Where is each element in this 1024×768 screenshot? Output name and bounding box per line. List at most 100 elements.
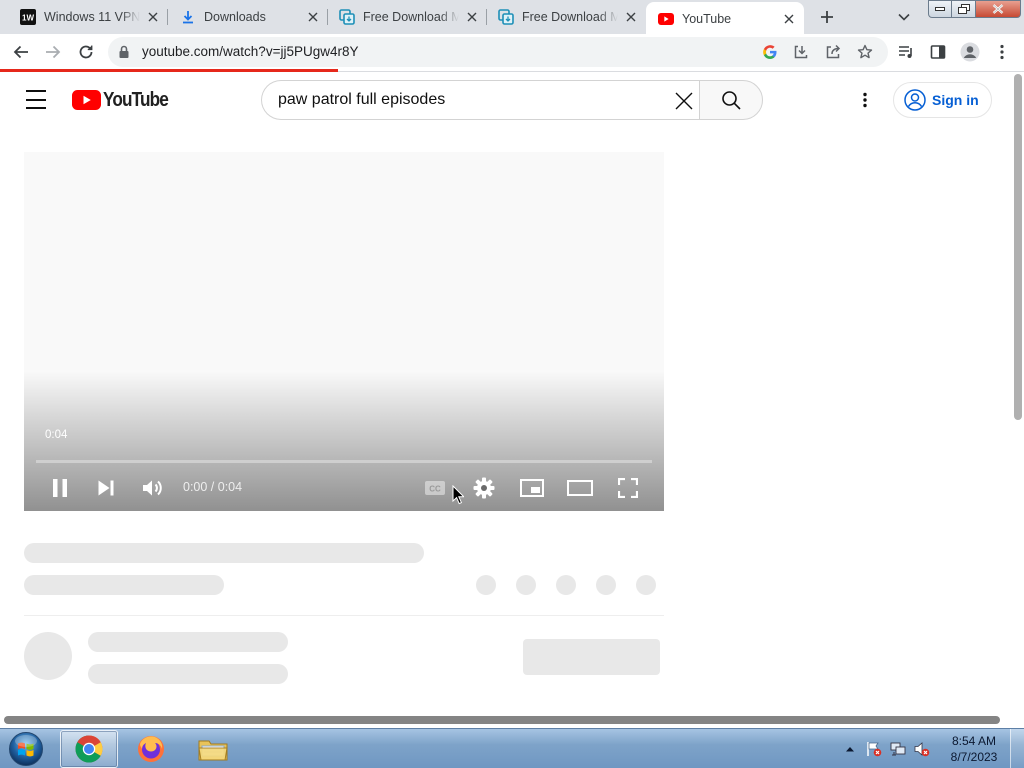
- side-panel-button[interactable]: [926, 40, 950, 64]
- taskbar-chrome[interactable]: [60, 730, 118, 768]
- window-minimize-button[interactable]: [928, 0, 952, 18]
- miniplayer-button[interactable]: [516, 474, 548, 502]
- show-hidden-icons-button[interactable]: [842, 741, 858, 757]
- close-tab-icon[interactable]: [780, 10, 798, 28]
- close-tab-icon[interactable]: [144, 8, 162, 26]
- close-tab-icon[interactable]: [463, 8, 481, 26]
- install-icon: [794, 45, 808, 59]
- share-icon: [826, 44, 841, 59]
- start-button[interactable]: [4, 731, 48, 767]
- download-icon: [180, 9, 196, 25]
- network-icon-glyph: [890, 742, 906, 756]
- youtube-logo[interactable]: YouTube: [72, 88, 179, 112]
- reload-button[interactable]: [74, 40, 98, 64]
- restore-icon: [957, 4, 970, 14]
- chevron-down-icon: [898, 13, 910, 21]
- fullscreen-button[interactable]: [612, 474, 644, 502]
- file-explorer-icon: [198, 740, 228, 761]
- windows-taskbar: 8:54 AM 8/7/2023: [0, 728, 1024, 768]
- vertical-scrollbar-thumb[interactable]: [1014, 74, 1022, 420]
- tab-free-download-manager-2[interactable]: Free Download Manager: [486, 0, 646, 34]
- skeleton-title: [24, 543, 424, 563]
- youtube-header: YouTube paw patrol full episodes Sign in: [0, 72, 1012, 128]
- tab-title: Free Download Manager: [522, 10, 618, 24]
- tab-free-download-manager-1[interactable]: Free Download Manager: [327, 0, 487, 34]
- progress-bar[interactable]: [36, 460, 652, 463]
- hamburger-icon-line: [26, 107, 46, 109]
- reload-icon: [79, 45, 93, 59]
- action-center-icon[interactable]: [866, 741, 882, 757]
- install-app-button[interactable]: [789, 40, 813, 64]
- star-icon: [857, 44, 873, 59]
- arrow-right-icon: [46, 45, 61, 59]
- media-controls-button[interactable]: [894, 40, 918, 64]
- browser-toolbar: youtube.com/watch?v=jj5PUgw4r8Y: [0, 34, 1024, 70]
- horizontal-scrollbar[interactable]: [0, 716, 1012, 728]
- subtitles-button[interactable]: CC: [419, 474, 451, 502]
- screen: 1W Windows 11 VPN Downloads Free Downloa…: [0, 0, 1024, 768]
- url-text[interactable]: youtube.com/watch?v=jj5PUgw4r8Y: [142, 44, 359, 59]
- show-desktop-button[interactable]: [1010, 729, 1024, 768]
- horizontal-scrollbar-thumb[interactable]: [4, 716, 1000, 724]
- youtube-settings-menu-button[interactable]: [853, 88, 877, 112]
- chrome-menu-button[interactable]: [990, 40, 1014, 64]
- sign-in-button[interactable]: Sign in: [893, 82, 992, 118]
- network-icon[interactable]: [890, 741, 906, 757]
- google-lens-button[interactable]: [758, 40, 782, 64]
- search-input[interactable]: paw patrol full episodes: [278, 91, 445, 109]
- fullscreen-icon: [618, 478, 638, 498]
- taskbar-firefox[interactable]: [122, 730, 180, 768]
- skeleton-action: [636, 575, 656, 595]
- profile-button[interactable]: [958, 40, 982, 64]
- kebab-menu-icon: [1000, 44, 1004, 60]
- firefox-icon: [138, 736, 164, 762]
- tab-downloads[interactable]: Downloads: [168, 0, 328, 34]
- minimize-icon: [935, 7, 945, 11]
- lock-icon[interactable]: [118, 45, 130, 59]
- miniplayer-icon: [520, 479, 544, 497]
- hamburger-icon-line: [26, 90, 46, 92]
- tab-title: Free Download Manager: [363, 10, 459, 24]
- system-tray: 8:54 AM 8/7/2023: [842, 729, 1024, 768]
- tab-search-button[interactable]: [894, 8, 914, 26]
- window-restore-button[interactable]: [951, 0, 976, 18]
- skeleton-divider: [24, 615, 664, 616]
- new-tab-button[interactable]: [815, 6, 839, 28]
- volume-tray-icon[interactable]: [914, 741, 930, 757]
- next-video-button[interactable]: [90, 474, 122, 502]
- theater-mode-button[interactable]: [564, 474, 596, 502]
- back-button[interactable]: [9, 40, 33, 64]
- skeleton-subscribers: [88, 664, 288, 684]
- search-button[interactable]: [699, 80, 763, 120]
- kebab-menu-icon: [863, 92, 867, 108]
- tab-title: Downloads: [204, 10, 266, 24]
- settings-button[interactable]: [468, 474, 500, 502]
- video-player[interactable]: 0:04 0:00 / 0:04 CC: [24, 152, 664, 511]
- taskbar-file-explorer[interactable]: [184, 730, 242, 768]
- pause-button[interactable]: [44, 474, 76, 502]
- address-bar[interactable]: youtube.com/watch?v=jj5PUgw4r8Y: [108, 37, 888, 67]
- vertical-scrollbar[interactable]: [1012, 72, 1024, 716]
- clock-time: 8:54 AM: [951, 734, 997, 748]
- window-close-button[interactable]: [975, 0, 1021, 18]
- clear-search-button[interactable]: [672, 89, 696, 113]
- skeleton-action: [556, 575, 576, 595]
- skeleton-meta: [24, 575, 224, 595]
- clock[interactable]: 8:54 AM 8/7/2023: [946, 733, 1002, 765]
- tab-youtube[interactable]: YouTube: [646, 2, 804, 36]
- tab-windows-11-vpn[interactable]: 1W Windows 11 VPN: [8, 0, 168, 34]
- browser-tab-strip: 1W Windows 11 VPN Downloads Free Downloa…: [0, 0, 1024, 36]
- forward-button[interactable]: [41, 40, 65, 64]
- search-box[interactable]: paw patrol full episodes: [261, 80, 700, 120]
- account-circle-icon: [904, 89, 926, 111]
- 1w-icon: 1W: [20, 9, 36, 25]
- guide-menu-button[interactable]: [24, 88, 48, 112]
- bookmark-button[interactable]: [853, 40, 877, 64]
- google-g-icon: [763, 45, 777, 59]
- sign-in-label: Sign in: [932, 92, 979, 108]
- speaker-muted-icon: [914, 742, 930, 757]
- close-tab-icon[interactable]: [304, 8, 322, 26]
- close-tab-icon[interactable]: [622, 8, 640, 26]
- share-button[interactable]: [821, 40, 845, 64]
- mute-button[interactable]: [137, 474, 169, 502]
